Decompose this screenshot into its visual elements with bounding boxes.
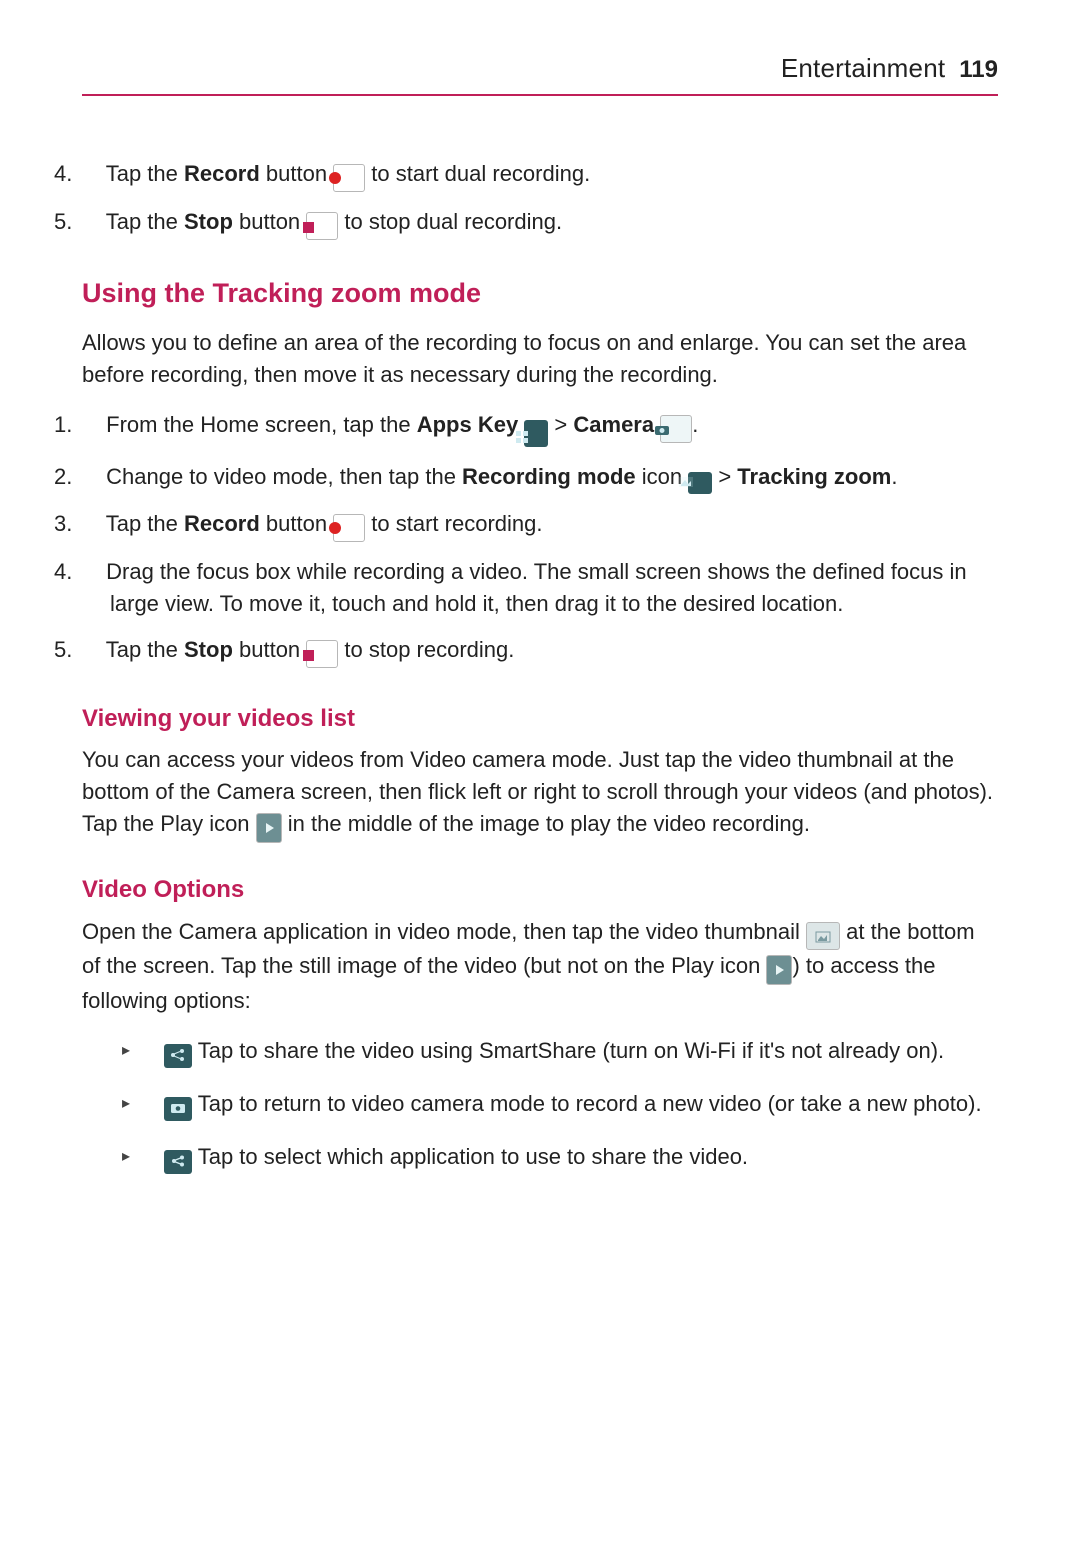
step-text-mid: button xyxy=(260,161,333,186)
step-number: 5. xyxy=(82,206,100,238)
record-icon xyxy=(333,514,365,542)
video-thumbnail-icon xyxy=(806,922,840,950)
step-number: 4. xyxy=(82,556,100,588)
step-number: 4. xyxy=(82,158,100,190)
step-text-post: to stop dual recording. xyxy=(338,209,562,234)
tracking-step-5: 5. Tap the Stop button to stop recording… xyxy=(82,634,998,668)
stop-label: Stop xyxy=(184,637,233,662)
record-label: Record xyxy=(184,161,260,186)
step-number: 2. xyxy=(82,461,100,493)
apps-key-label: Apps Key xyxy=(417,412,518,437)
play-icon xyxy=(766,955,792,985)
tracking-step-1: 1. From the Home screen, tap the Apps Ke… xyxy=(82,409,998,447)
video-options-heading: Video Options xyxy=(82,873,998,908)
header-section-title: Entertainment xyxy=(781,50,945,88)
camera-icon xyxy=(164,1097,192,1121)
tracking-step-3: 3. Tap the Record button to start record… xyxy=(82,508,998,542)
viewing-videos-heading: Viewing your videos list xyxy=(82,702,998,737)
bullet-camera-mode: Tap to return to video camera mode to re… xyxy=(122,1088,998,1121)
page-header: Entertainment 119 xyxy=(82,50,998,96)
step-number: 5. xyxy=(82,634,100,666)
recording-mode-label: Recording mode xyxy=(462,464,636,489)
recording-mode-icon xyxy=(688,472,712,494)
step-text-pre: Tap the xyxy=(106,161,184,186)
tracking-zoom-heading: Using the Tracking zoom mode xyxy=(82,274,998,313)
tracking-zoom-intro: Allows you to define an area of the reco… xyxy=(82,327,998,391)
record-icon xyxy=(333,164,365,192)
bullet-text: Tap to select which application to use t… xyxy=(192,1144,748,1169)
camera-label: Camera xyxy=(573,412,654,437)
tracking-steps: 1. From the Home screen, tap the Apps Ke… xyxy=(82,409,998,668)
tracking-zoom-label: Tracking zoom xyxy=(737,464,891,489)
tracking-step-2: 2. Change to video mode, then tap the Re… xyxy=(82,461,998,494)
step-number: 3. xyxy=(82,508,100,540)
manual-page: Entertainment 119 4. Tap the Record butt… xyxy=(0,0,1080,1552)
bullet-text: Tap to share the video using SmartShare … xyxy=(192,1038,944,1063)
tracking-step-4: 4. Drag the focus box while recording a … xyxy=(82,556,998,620)
intro-steps: 4. Tap the Record button to start dual r… xyxy=(82,158,998,240)
share-icon xyxy=(164,1150,192,1174)
step-4: 4. Tap the Record button to start dual r… xyxy=(82,158,998,192)
record-label: Record xyxy=(184,511,260,536)
step-text-post: to start dual recording. xyxy=(365,161,590,186)
step-number: 1. xyxy=(82,409,100,441)
video-options-bullets: Tap to share the video using SmartShare … xyxy=(82,1035,998,1174)
step-text-pre: Tap the xyxy=(106,209,184,234)
step-text: Drag the focus box while recording a vid… xyxy=(106,559,967,616)
play-icon xyxy=(256,813,282,843)
video-options-body: Open the Camera application in video mod… xyxy=(82,916,998,1017)
stop-icon xyxy=(306,640,338,668)
stop-label: Stop xyxy=(184,209,233,234)
bullet-share: Tap to select which application to use t… xyxy=(122,1141,998,1174)
viewing-videos-body: You can access your videos from Video ca… xyxy=(82,744,998,843)
bullet-smartshare: Tap to share the video using SmartShare … xyxy=(122,1035,998,1068)
step-text-mid: button xyxy=(233,209,306,234)
smartshare-icon xyxy=(164,1044,192,1068)
camera-icon xyxy=(660,415,692,443)
page-number: 119 xyxy=(959,53,998,88)
apps-key-icon xyxy=(524,420,548,447)
stop-icon xyxy=(306,212,338,240)
bullet-text: Tap to return to video camera mode to re… xyxy=(192,1091,982,1116)
step-5: 5. Tap the Stop button to stop dual reco… xyxy=(82,206,998,240)
